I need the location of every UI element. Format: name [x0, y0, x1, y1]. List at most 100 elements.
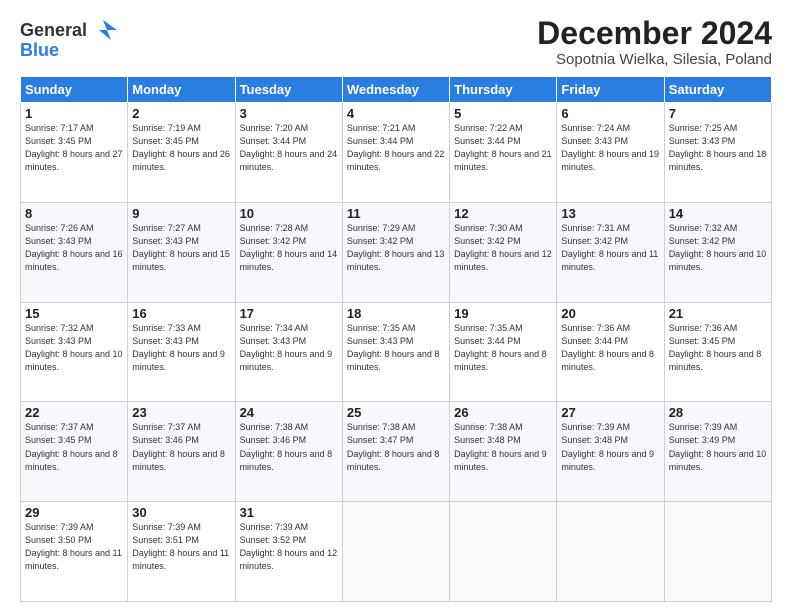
day-number: 26 — [454, 405, 552, 420]
calendar-week-3: 15 Sunrise: 7:32 AM Sunset: 3:43 PM Dayl… — [21, 302, 772, 402]
day-info: Sunrise: 7:32 AM Sunset: 3:42 PM Dayligh… — [669, 222, 767, 274]
day-number: 18 — [347, 306, 445, 321]
day-info: Sunrise: 7:25 AM Sunset: 3:43 PM Dayligh… — [669, 122, 767, 174]
table-row: 3 Sunrise: 7:20 AM Sunset: 3:44 PM Dayli… — [235, 103, 342, 203]
day-info: Sunrise: 7:26 AM Sunset: 3:43 PM Dayligh… — [25, 222, 123, 274]
day-info: Sunrise: 7:32 AM Sunset: 3:43 PM Dayligh… — [25, 322, 123, 374]
page: General Blue December 2024 Sopotnia Wiel… — [0, 0, 792, 612]
table-row: 24 Sunrise: 7:38 AM Sunset: 3:46 PM Dayl… — [235, 402, 342, 502]
header: General Blue December 2024 Sopotnia Wiel… — [20, 16, 772, 68]
col-sunday: Sunday — [21, 77, 128, 103]
day-number: 9 — [132, 206, 230, 221]
day-info: Sunrise: 7:39 AM Sunset: 3:48 PM Dayligh… — [561, 421, 659, 473]
day-number: 11 — [347, 206, 445, 221]
day-number: 12 — [454, 206, 552, 221]
day-number: 29 — [25, 505, 123, 520]
day-number: 7 — [669, 106, 767, 121]
location-title: Sopotnia Wielka, Silesia, Poland — [537, 51, 772, 68]
day-info: Sunrise: 7:39 AM Sunset: 3:50 PM Dayligh… — [25, 521, 123, 573]
calendar-week-4: 22 Sunrise: 7:37 AM Sunset: 3:45 PM Dayl… — [21, 402, 772, 502]
calendar-week-5: 29 Sunrise: 7:39 AM Sunset: 3:50 PM Dayl… — [21, 502, 772, 602]
day-number: 19 — [454, 306, 552, 321]
table-row: 15 Sunrise: 7:32 AM Sunset: 3:43 PM Dayl… — [21, 302, 128, 402]
table-row: 9 Sunrise: 7:27 AM Sunset: 3:43 PM Dayli… — [128, 202, 235, 302]
day-number: 5 — [454, 106, 552, 121]
day-info: Sunrise: 7:28 AM Sunset: 3:42 PM Dayligh… — [240, 222, 338, 274]
day-number: 20 — [561, 306, 659, 321]
day-number: 28 — [669, 405, 767, 420]
table-row: 18 Sunrise: 7:35 AM Sunset: 3:43 PM Dayl… — [342, 302, 449, 402]
day-info: Sunrise: 7:39 AM Sunset: 3:49 PM Dayligh… — [669, 421, 767, 473]
table-row: 21 Sunrise: 7:36 AM Sunset: 3:45 PM Dayl… — [664, 302, 771, 402]
day-info: Sunrise: 7:31 AM Sunset: 3:42 PM Dayligh… — [561, 222, 659, 274]
calendar-week-1: 1 Sunrise: 7:17 AM Sunset: 3:45 PM Dayli… — [21, 103, 772, 203]
table-row — [557, 502, 664, 602]
col-tuesday: Tuesday — [235, 77, 342, 103]
table-row — [342, 502, 449, 602]
day-info: Sunrise: 7:19 AM Sunset: 3:45 PM Dayligh… — [132, 122, 230, 174]
table-row: 23 Sunrise: 7:37 AM Sunset: 3:46 PM Dayl… — [128, 402, 235, 502]
day-info: Sunrise: 7:37 AM Sunset: 3:46 PM Dayligh… — [132, 421, 230, 473]
day-number: 8 — [25, 206, 123, 221]
day-number: 14 — [669, 206, 767, 221]
table-row: 8 Sunrise: 7:26 AM Sunset: 3:43 PM Dayli… — [21, 202, 128, 302]
day-info: Sunrise: 7:29 AM Sunset: 3:42 PM Dayligh… — [347, 222, 445, 274]
logo-bird-icon — [89, 16, 117, 44]
table-row: 31 Sunrise: 7:39 AM Sunset: 3:52 PM Dayl… — [235, 502, 342, 602]
table-row: 17 Sunrise: 7:34 AM Sunset: 3:43 PM Dayl… — [235, 302, 342, 402]
day-number: 21 — [669, 306, 767, 321]
day-number: 27 — [561, 405, 659, 420]
table-row — [450, 502, 557, 602]
day-number: 13 — [561, 206, 659, 221]
day-info: Sunrise: 7:35 AM Sunset: 3:43 PM Dayligh… — [347, 322, 445, 374]
table-row: 30 Sunrise: 7:39 AM Sunset: 3:51 PM Dayl… — [128, 502, 235, 602]
table-row: 20 Sunrise: 7:36 AM Sunset: 3:44 PM Dayl… — [557, 302, 664, 402]
table-row: 6 Sunrise: 7:24 AM Sunset: 3:43 PM Dayli… — [557, 103, 664, 203]
logo: General Blue — [20, 16, 117, 61]
table-row: 22 Sunrise: 7:37 AM Sunset: 3:45 PM Dayl… — [21, 402, 128, 502]
day-info: Sunrise: 7:38 AM Sunset: 3:47 PM Dayligh… — [347, 421, 445, 473]
table-row — [664, 502, 771, 602]
title-block: December 2024 Sopotnia Wielka, Silesia, … — [537, 16, 772, 68]
calendar-table: Sunday Monday Tuesday Wednesday Thursday… — [20, 76, 772, 602]
day-number: 16 — [132, 306, 230, 321]
logo-general: General — [20, 20, 87, 41]
day-number: 24 — [240, 405, 338, 420]
day-number: 15 — [25, 306, 123, 321]
day-info: Sunrise: 7:36 AM Sunset: 3:45 PM Dayligh… — [669, 322, 767, 374]
day-number: 22 — [25, 405, 123, 420]
col-monday: Monday — [128, 77, 235, 103]
day-info: Sunrise: 7:39 AM Sunset: 3:52 PM Dayligh… — [240, 521, 338, 573]
col-wednesday: Wednesday — [342, 77, 449, 103]
day-number: 3 — [240, 106, 338, 121]
day-info: Sunrise: 7:36 AM Sunset: 3:44 PM Dayligh… — [561, 322, 659, 374]
day-number: 17 — [240, 306, 338, 321]
day-number: 31 — [240, 505, 338, 520]
day-number: 30 — [132, 505, 230, 520]
day-number: 10 — [240, 206, 338, 221]
table-row: 2 Sunrise: 7:19 AM Sunset: 3:45 PM Dayli… — [128, 103, 235, 203]
day-info: Sunrise: 7:24 AM Sunset: 3:43 PM Dayligh… — [561, 122, 659, 174]
day-info: Sunrise: 7:30 AM Sunset: 3:42 PM Dayligh… — [454, 222, 552, 274]
day-info: Sunrise: 7:38 AM Sunset: 3:48 PM Dayligh… — [454, 421, 552, 473]
day-number: 25 — [347, 405, 445, 420]
calendar-week-2: 8 Sunrise: 7:26 AM Sunset: 3:43 PM Dayli… — [21, 202, 772, 302]
col-saturday: Saturday — [664, 77, 771, 103]
table-row: 13 Sunrise: 7:31 AM Sunset: 3:42 PM Dayl… — [557, 202, 664, 302]
table-row: 7 Sunrise: 7:25 AM Sunset: 3:43 PM Dayli… — [664, 103, 771, 203]
table-row: 10 Sunrise: 7:28 AM Sunset: 3:42 PM Dayl… — [235, 202, 342, 302]
table-row: 14 Sunrise: 7:32 AM Sunset: 3:42 PM Dayl… — [664, 202, 771, 302]
table-row: 26 Sunrise: 7:38 AM Sunset: 3:48 PM Dayl… — [450, 402, 557, 502]
table-row: 4 Sunrise: 7:21 AM Sunset: 3:44 PM Dayli… — [342, 103, 449, 203]
day-info: Sunrise: 7:21 AM Sunset: 3:44 PM Dayligh… — [347, 122, 445, 174]
day-number: 2 — [132, 106, 230, 121]
month-title: December 2024 — [537, 16, 772, 51]
day-info: Sunrise: 7:37 AM Sunset: 3:45 PM Dayligh… — [25, 421, 123, 473]
day-number: 23 — [132, 405, 230, 420]
day-info: Sunrise: 7:20 AM Sunset: 3:44 PM Dayligh… — [240, 122, 338, 174]
day-info: Sunrise: 7:34 AM Sunset: 3:43 PM Dayligh… — [240, 322, 338, 374]
table-row: 1 Sunrise: 7:17 AM Sunset: 3:45 PM Dayli… — [21, 103, 128, 203]
col-thursday: Thursday — [450, 77, 557, 103]
day-info: Sunrise: 7:39 AM Sunset: 3:51 PM Dayligh… — [132, 521, 230, 573]
table-row: 25 Sunrise: 7:38 AM Sunset: 3:47 PM Dayl… — [342, 402, 449, 502]
